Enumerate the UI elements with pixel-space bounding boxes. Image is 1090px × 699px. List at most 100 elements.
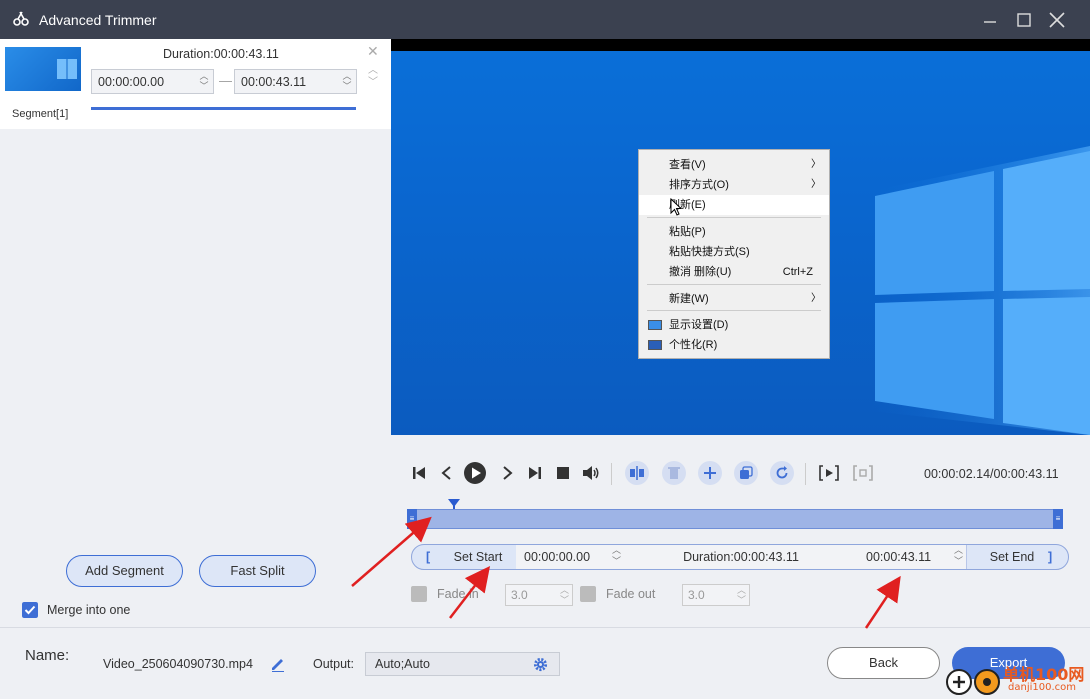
remove-segment-icon[interactable]: ✕	[367, 43, 379, 60]
segment-start-field[interactable]: 00:00:00.00 ︿ ﹀	[91, 69, 214, 94]
context-menu-item[interactable]: 显示设置(D)	[639, 315, 829, 335]
range-dash: —	[219, 73, 232, 88]
context-menu-item[interactable]: 查看(V) 〉	[639, 155, 829, 175]
submenu-arrow-icon: 〉	[811, 159, 821, 170]
start-time-field[interactable]: 00:00:00.00 ︿ ﹀	[516, 545, 624, 569]
context-menu: 查看(V) 〉排序方式(O) 〉刷新(E) 粘贴(P) 粘贴快捷方式(S) 撤消 删除(U…	[638, 149, 830, 359]
fade-out-value: 3.0	[688, 588, 705, 602]
preview-clip-icon[interactable]	[849, 459, 877, 487]
copy-icon[interactable]	[732, 459, 760, 487]
stop-icon[interactable]	[549, 459, 577, 487]
context-menu-item-label: 查看(V)	[669, 159, 706, 171]
context-menu-item[interactable]: 排序方式(O) 〉	[639, 175, 829, 195]
display-settings-icon	[648, 320, 662, 330]
name-label: Name:	[25, 647, 70, 664]
window-title: Advanced Trimmer	[39, 12, 157, 28]
play-icon[interactable]	[461, 459, 489, 487]
stepper-icon[interactable]: ︿ ﹀	[954, 545, 963, 567]
watermark-url: danji100.com	[1008, 682, 1076, 693]
submenu-arrow-icon: 〉	[811, 293, 821, 304]
segment-duration: Duration:00:00:43.11	[163, 47, 279, 61]
end-time-field[interactable]: 00:00:43.11 ︿ ﹀	[858, 545, 966, 569]
add-icon[interactable]	[696, 459, 724, 487]
bottom-bar: Name: Video_250604090730.mp4 Output: Aut…	[0, 627, 1090, 699]
fade-in-label: Fade in	[437, 587, 479, 601]
context-menu-item[interactable]: 撤消 删除(U) Ctrl+Z	[639, 262, 829, 282]
stepper-icon[interactable]: ︿ ﹀	[737, 585, 746, 605]
set-start-button[interactable]: Set Start	[442, 545, 514, 569]
segment-end-field[interactable]: 00:00:43.11 ︿ ﹀	[234, 69, 357, 94]
context-menu-item-label: 新建(W)	[669, 293, 709, 305]
end-time-value: 00:00:43.11	[866, 550, 932, 564]
delete-icon[interactable]	[660, 459, 688, 487]
player-controls: 00:00:02.14/00:00:43.11	[391, 459, 1090, 489]
segment-panel: Segment[1] Duration:00:00:43.11 00:00:00…	[0, 39, 391, 627]
next-frame-icon[interactable]	[493, 459, 521, 487]
divider	[966, 545, 967, 569]
segment-start-value: 00:00:00.00	[98, 75, 165, 89]
trim-duration: Duration:00:00:43.11	[624, 545, 858, 569]
context-menu-item[interactable]: 个性化(R)	[639, 335, 829, 355]
end-handle[interactable]: ≡	[1053, 509, 1063, 529]
start-handle[interactable]: ≡	[407, 509, 417, 529]
context-menu-item[interactable]: 粘贴快捷方式(S)	[639, 242, 829, 262]
preview-trim-icon[interactable]	[815, 459, 843, 487]
context-menu-item-label: 显示设置(D)	[669, 319, 729, 331]
segment-card[interactable]: Segment[1] Duration:00:00:43.11 00:00:00…	[0, 39, 391, 129]
close-icon[interactable]	[1045, 8, 1069, 32]
previous-frame-icon[interactable]	[433, 459, 461, 487]
trim-timeline[interactable]: ≡ ≡	[407, 509, 1063, 529]
merge-checkbox[interactable]	[22, 602, 38, 618]
video-preview[interactable]: 查看(V) 〉排序方式(O) 〉刷新(E) 粘贴(P) 粘贴快捷方式(S) 撤消 删除(U…	[391, 39, 1090, 435]
segment-end-value: 00:00:43.11	[241, 75, 307, 89]
segment-label: Segment[1]	[12, 108, 69, 120]
split-icon[interactable]	[623, 459, 651, 487]
move-down-icon[interactable]: ﹀	[368, 73, 378, 88]
output-label: Output:	[313, 657, 354, 671]
fade-out-field[interactable]: 3.0 ︿ ﹀	[682, 584, 750, 606]
context-menu-item[interactable]: 刷新(E)	[639, 195, 829, 215]
edit-name-icon[interactable]	[270, 656, 286, 672]
file-name: Video_250604090730.mp4	[103, 657, 253, 671]
stepper-icon[interactable]: ︿ ﹀	[560, 585, 569, 605]
fade-out-checkbox[interactable]	[580, 586, 596, 602]
reset-icon[interactable]	[768, 459, 796, 487]
context-menu-separator	[647, 217, 821, 218]
stepper-icon[interactable]: ︿ ﹀	[341, 71, 353, 93]
mouse-cursor-icon	[670, 198, 682, 216]
volume-icon[interactable]	[577, 459, 605, 487]
segment-thumbnail	[5, 47, 81, 91]
minimize-icon[interactable]	[978, 8, 1002, 32]
fade-out-label: Fade out	[606, 587, 656, 601]
trim-bar: [ Set Start 00:00:00.00 ︿ ﹀ Duration:00:0…	[411, 544, 1069, 570]
go-to-start-icon[interactable]	[405, 459, 433, 487]
context-menu-item[interactable]: 新建(W) 〉	[639, 289, 829, 309]
context-menu-item-label: 粘贴(P)	[669, 226, 706, 238]
fast-split-button[interactable]: Fast Split	[199, 555, 316, 587]
title-bar: Advanced Trimmer	[0, 0, 1090, 39]
context-menu-item-label: 粘贴快捷方式(S)	[669, 246, 750, 258]
playback-timecode: 00:00:02.14/00:00:43.11	[924, 467, 1059, 481]
gear-icon[interactable]	[533, 657, 548, 672]
back-button[interactable]: Back	[827, 647, 940, 679]
start-bracket-icon: [	[426, 550, 431, 564]
context-menu-item[interactable]: 粘贴(P)	[639, 222, 829, 242]
context-menu-item-label: 撤消 删除(U)	[669, 266, 732, 278]
stepper-icon[interactable]: ︿ ﹀	[612, 545, 621, 567]
context-menu-shortcut: Ctrl+Z	[782, 266, 813, 278]
context-menu-item-label: 排序方式(O)	[669, 179, 729, 191]
fade-in-field[interactable]: 3.0 ︿ ﹀	[505, 584, 573, 606]
context-menu-item-label: 个性化(R)	[669, 339, 718, 351]
end-bracket-icon: ]	[1048, 550, 1053, 564]
context-menu-separator	[647, 310, 821, 311]
watermark-logo-icon	[946, 669, 1000, 695]
fade-in-value: 3.0	[511, 588, 528, 602]
maximize-icon[interactable]	[1012, 8, 1036, 32]
fade-in-checkbox[interactable]	[411, 586, 427, 602]
go-to-end-icon[interactable]	[521, 459, 549, 487]
set-end-button[interactable]: Set End	[982, 545, 1042, 569]
stepper-icon[interactable]: ︿ ﹀	[198, 71, 210, 93]
preview-panel: 查看(V) 〉排序方式(O) 〉刷新(E) 粘贴(P) 粘贴快捷方式(S) 撤消 删除(U…	[391, 39, 1090, 627]
output-settings-field[interactable]: Auto;Auto	[365, 652, 560, 676]
add-segment-button[interactable]: Add Segment	[66, 555, 183, 587]
